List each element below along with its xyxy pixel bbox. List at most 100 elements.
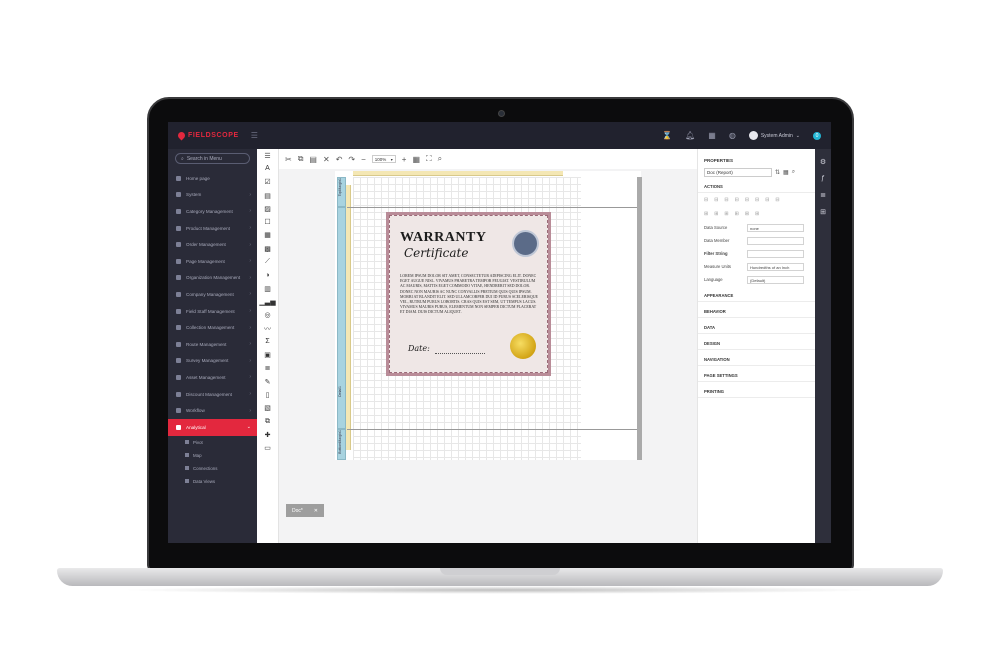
section-page-settings[interactable]: PAGE SETTINGS (698, 366, 815, 382)
cross-band-tool-icon[interactable]: ✚ (257, 428, 278, 441)
prop-measure-units[interactable]: Measure Units Hundredths of an Inch (698, 260, 815, 273)
toc-tool-icon[interactable]: ≣ (257, 362, 278, 375)
gauge-tool-icon[interactable]: ◎ (257, 309, 278, 322)
sidebar-item-company[interactable]: Company Management › (168, 286, 257, 303)
search-input[interactable]: ⌕ Search in Menu (175, 153, 250, 164)
picture-tool-icon[interactable]: ▨ (257, 202, 278, 215)
report-explorer-icon[interactable]: ≣ (820, 191, 826, 199)
prop-data-source[interactable]: Data Source none (698, 221, 815, 234)
sidebar-item-survey[interactable]: Survey Management › (168, 353, 257, 370)
prop-value[interactable]: none (747, 223, 804, 232)
zoom-select[interactable]: 100% (371, 155, 396, 163)
align-icon[interactable]: ⊟ (775, 197, 779, 203)
notification-badge[interactable]: 0 (813, 131, 821, 140)
size-icon[interactable]: ⊞ (735, 211, 739, 217)
close-icon[interactable]: ✕ (314, 508, 318, 514)
section-printing[interactable]: PRINTING (698, 382, 815, 398)
subreport-tool-icon[interactable]: ▣ (257, 348, 278, 361)
prop-value[interactable] (747, 249, 804, 258)
gear-icon[interactable]: ⚙ (820, 158, 826, 166)
section-navigation[interactable]: NAVIGATION (698, 350, 815, 366)
prop-value[interactable]: Hundredths of an Inch (747, 262, 804, 271)
zoom-out-icon[interactable]: − (361, 155, 366, 164)
undo-icon[interactable]: ↶ (336, 155, 343, 164)
sidebar-item-workflow[interactable]: Workflow › (168, 402, 257, 419)
size-icon[interactable]: ⊞ (724, 211, 728, 217)
band-top-margin[interactable]: TopMargin1 (337, 177, 346, 207)
sidebar-item-page[interactable]: Page Management › (168, 253, 257, 270)
prop-value[interactable]: (Default) (747, 275, 804, 284)
sidebar-item-analytical[interactable]: Analytical ⌄ (168, 418, 257, 436)
size-icon[interactable]: ⊞ (745, 211, 749, 217)
sidebar-item-collection[interactable]: Collection Management › (168, 319, 257, 336)
section-design[interactable]: DESIGN (698, 334, 815, 350)
paste-icon[interactable]: ▤ (309, 155, 317, 164)
sidebar-item-home[interactable]: Home page (168, 170, 257, 187)
band-detail[interactable]: Detail1 (337, 207, 346, 429)
sidebar-subitem-map[interactable]: Map (168, 449, 257, 462)
section-data[interactable]: DATA (698, 318, 815, 334)
sidebar-item-asset[interactable]: Asset Management › (168, 369, 257, 386)
hourglass-icon[interactable]: ⌛ (662, 131, 672, 140)
function-icon[interactable]: ƒ (821, 175, 825, 182)
align-icon[interactable]: ⊟ (745, 197, 749, 203)
globe-icon[interactable]: ◍ (729, 131, 736, 140)
categories-icon[interactable]: ▦ (783, 169, 789, 176)
cross-tab-tool-icon[interactable]: ▩ (257, 242, 278, 255)
certificate-picture[interactable]: WARRANTY Certificate Lorem ipsum dolor s… (386, 212, 551, 376)
prop-filter-string[interactable]: Filter String (698, 247, 815, 260)
delete-icon[interactable]: ✕ (323, 155, 330, 164)
panel-tool-icon[interactable]: ☐ (257, 215, 278, 228)
search-icon[interactable]: ⌕ (792, 169, 795, 176)
prop-value[interactable] (747, 236, 804, 245)
align-icon[interactable]: ⊟ (724, 197, 728, 203)
label-tool-icon[interactable]: A (257, 162, 278, 175)
user-menu[interactable]: System Admin ⌄ (748, 131, 800, 140)
sidebar-item-route[interactable]: Route Management › (168, 336, 257, 353)
menu-toggle-icon[interactable]: ☰ (251, 131, 258, 140)
size-icon[interactable]: ⊞ (714, 211, 718, 217)
fullscreen-icon[interactable]: ⛶ (426, 154, 432, 164)
copy-icon[interactable]: ⧉ (298, 154, 304, 164)
redo-icon[interactable]: ↷ (348, 155, 355, 164)
vertical-scrollbar[interactable] (637, 177, 642, 460)
shape-tool-icon[interactable]: ◑ (257, 269, 278, 282)
size-icon[interactable]: ⊞ (755, 211, 759, 217)
sort-icon[interactable]: ⇅ (775, 169, 780, 176)
zoom-in-icon[interactable]: + (402, 155, 407, 164)
signature-tool-icon[interactable]: ✎ (257, 375, 278, 388)
section-actions[interactable]: ACTIONS (698, 177, 815, 193)
checkbox-tool-icon[interactable]: ☑ (257, 176, 278, 189)
preview-icon[interactable]: ⌕ (438, 154, 442, 164)
sidebar-item-organization[interactable]: Organization Management › (168, 270, 257, 287)
align-icon[interactable]: ⊟ (704, 197, 708, 203)
brand-logo[interactable]: FIELDSCOPE (176, 130, 239, 141)
prop-language[interactable]: Language (Default) (698, 273, 815, 286)
prop-data-member[interactable]: Data Member (698, 234, 815, 247)
align-icon[interactable]: ⊟ (755, 197, 759, 203)
pdf-content-tool-icon[interactable]: ▧ (257, 402, 278, 415)
sidebar-item-product[interactable]: Product Management › (168, 220, 257, 237)
band-bottom-margin[interactable]: BottomMargin1 (337, 429, 346, 460)
toolbox-menu-icon[interactable]: ☰ (257, 149, 278, 162)
calendar-icon[interactable]: ▦ (708, 131, 716, 140)
rich-text-tool-icon[interactable]: ▤ (257, 189, 278, 202)
sidebar-item-field-staff[interactable]: Field Staff Management › (168, 303, 257, 320)
table-tool-icon[interactable]: ▦ (257, 229, 278, 242)
sidebar-subitem-connections[interactable]: Connections (168, 462, 257, 475)
sidebar-item-system[interactable]: System › (168, 187, 257, 204)
barcode-tool-icon[interactable]: ▥ (257, 282, 278, 295)
align-icon[interactable]: ⊟ (735, 197, 739, 203)
align-icon[interactable]: ⊟ (765, 197, 769, 203)
page-break-tool-icon[interactable]: ⧉ (257, 415, 278, 428)
sidebar-item-discount[interactable]: Discount Management › (168, 386, 257, 403)
field-list-icon[interactable]: ⊞ (820, 208, 826, 216)
sidebar-item-order[interactable]: Order Management › (168, 236, 257, 253)
line-tool-icon[interactable]: ⟋ (257, 255, 278, 268)
sparkline-tool-icon[interactable]: 〰 (257, 322, 278, 335)
size-icon[interactable]: ⊞ (704, 211, 708, 217)
cut-icon[interactable]: ✂ (285, 155, 292, 164)
sidebar-item-category[interactable]: Category Management › (168, 203, 257, 220)
bell-icon[interactable]: 🔔︎ (685, 131, 695, 140)
validate-icon[interactable]: ▦ (412, 155, 420, 164)
